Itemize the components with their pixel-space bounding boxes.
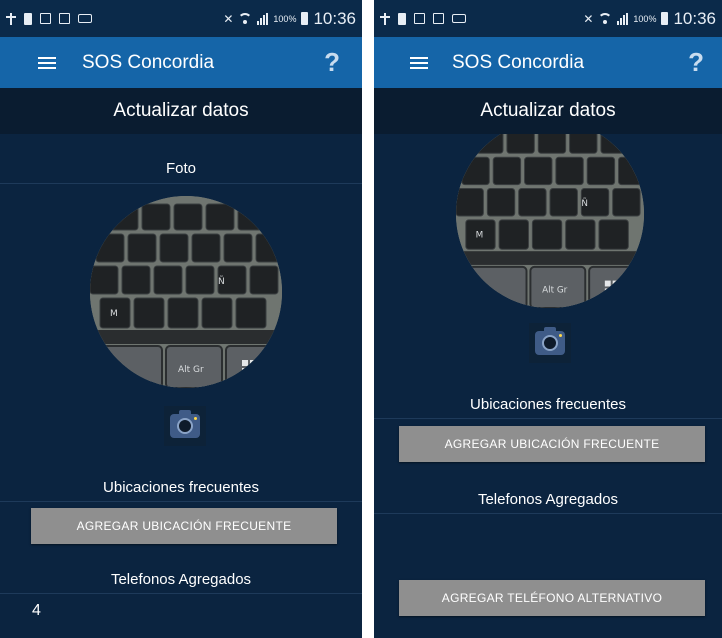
divider (374, 418, 722, 419)
profile-photo[interactable]: Ñ M Alt Gr (456, 134, 644, 308)
battery-icon (661, 12, 669, 25)
usb-icon (380, 12, 390, 25)
battery-icon (301, 12, 309, 25)
key-legend: Alt Gr (542, 285, 568, 295)
photo-label: Foto (165, 160, 196, 177)
battery-percent: 100% (633, 13, 657, 24)
mute-icon: ✕ (223, 11, 234, 26)
key-legend: Alt Gr (178, 365, 204, 375)
question-mark-icon[interactable]: ? (324, 47, 340, 78)
app-bar: SOS Concordia ? (374, 37, 722, 88)
hamburger-menu-icon[interactable] (410, 56, 428, 70)
section-title: Actualizar datos (374, 88, 722, 134)
camera-icon[interactable] (529, 323, 571, 363)
right-screen: ✕ 100% 10:36 SOS Concordia ? Actualizar … (374, 0, 722, 638)
add-frequent-location-button[interactable]: AGREGAR UBICACIÓN FRECUENTE (31, 508, 337, 544)
keyboard-photo: Ñ M Alt Gr (456, 134, 644, 308)
phone-input[interactable]: 4 (32, 602, 41, 620)
divider (0, 501, 362, 502)
locations-label: Ubicaciones frecuentes (103, 479, 259, 496)
voicemail-icon (452, 14, 466, 23)
divider (374, 513, 722, 514)
file-icon (40, 13, 51, 24)
section-title: Actualizar datos (0, 88, 362, 134)
keyboard-photo: Ñ M Alt Gr (90, 196, 282, 388)
wifi-icon (598, 13, 613, 24)
key-legend: M (110, 309, 118, 319)
image-icon (433, 13, 444, 24)
battery-percent: 100% (273, 13, 297, 24)
usb-icon (6, 12, 16, 25)
divider (0, 183, 362, 184)
storage-icon (398, 12, 406, 25)
screen-gap (362, 0, 374, 638)
app-title: SOS Concordia (82, 51, 215, 73)
key-legend: Ñ (581, 198, 588, 209)
hamburger-menu-icon[interactable] (38, 56, 56, 70)
file-icon (414, 13, 425, 24)
camera-icon[interactable] (164, 406, 206, 446)
signal-icon (617, 12, 629, 25)
mute-icon: ✕ (583, 11, 594, 26)
app-bar: SOS Concordia ? (0, 37, 362, 88)
phones-label: Telefonos Agregados (477, 491, 619, 508)
add-frequent-location-button[interactable]: AGREGAR UBICACIÓN FRECUENTE (399, 426, 705, 462)
divider (0, 593, 362, 594)
voicemail-icon (78, 14, 92, 23)
app-title: SOS Concordia (452, 51, 585, 73)
add-alternative-phone-button[interactable]: AGREGAR TELÉFONO ALTERNATIVO (399, 580, 705, 616)
key-legend: Ñ (218, 276, 225, 287)
clock: 10:36 (673, 8, 716, 28)
locations-label: Ubicaciones frecuentes (470, 396, 626, 413)
question-mark-icon[interactable]: ? (688, 47, 704, 78)
signal-icon (257, 12, 269, 25)
status-bar: ✕ 100% 10:36 (374, 0, 722, 37)
wifi-icon (238, 13, 253, 24)
image-icon (59, 13, 70, 24)
clock: 10:36 (313, 8, 356, 28)
phones-label: Telefonos Agregados (110, 571, 252, 588)
status-bar: ✕ 100% 10:36 (0, 0, 362, 37)
key-legend: M (476, 231, 484, 241)
storage-icon (24, 12, 32, 25)
profile-photo[interactable]: Ñ M Alt Gr (90, 196, 282, 388)
left-screen: ✕ 100% 10:36 SOS Concordia ? Actualizar … (0, 0, 362, 638)
